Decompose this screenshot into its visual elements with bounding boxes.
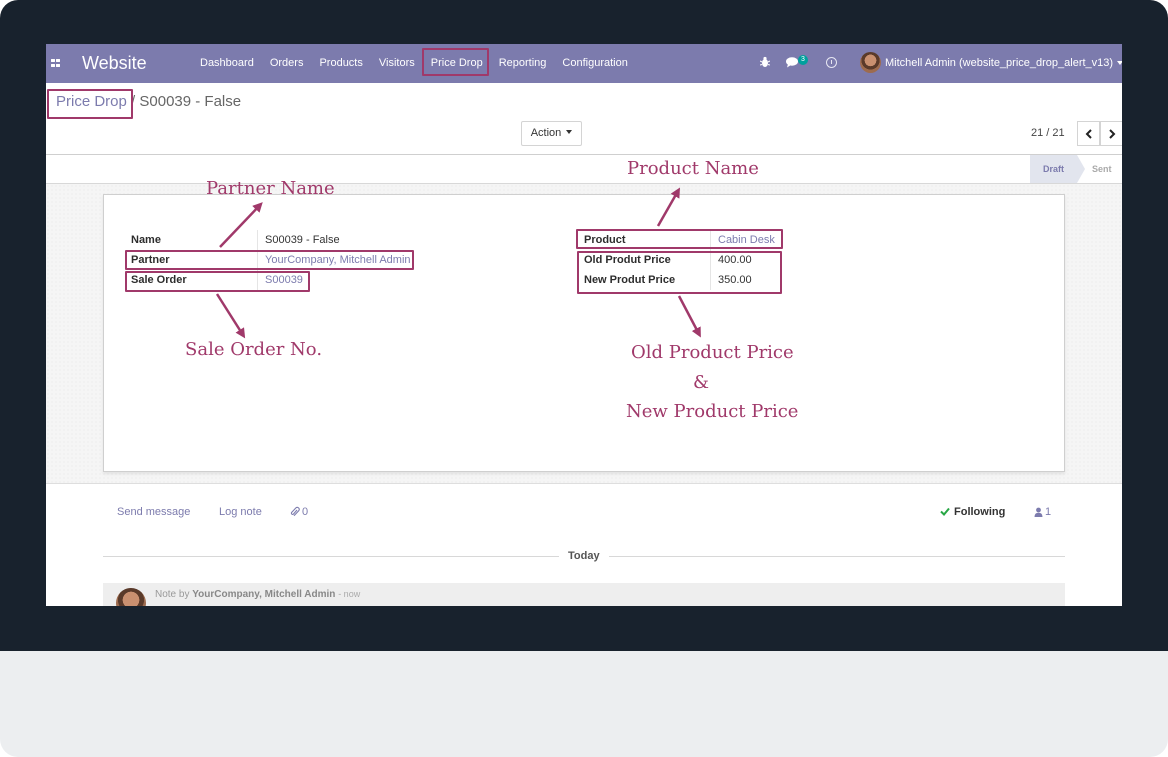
today-label: Today bbox=[568, 550, 600, 562]
arrow-sale-order bbox=[215, 293, 246, 339]
arrow-product bbox=[656, 187, 680, 227]
message-header: Note by YourCompany, Mitchell Admin - no… bbox=[155, 589, 360, 600]
followers-count[interactable]: 1 bbox=[1045, 506, 1051, 518]
log-note-button[interactable]: Log note bbox=[219, 506, 262, 518]
note-time: - now bbox=[338, 589, 361, 599]
paperclip-icon[interactable] bbox=[290, 506, 300, 518]
app-screen: Website Dashboard Orders Products Visito… bbox=[46, 44, 1122, 606]
today-divider-left bbox=[103, 556, 559, 557]
annotation-new-price: New Product Price bbox=[626, 401, 799, 422]
attachments-count[interactable]: 0 bbox=[302, 506, 308, 518]
monitor-stand bbox=[0, 651, 1168, 757]
arrow-partner bbox=[219, 202, 263, 248]
annotation-arrows bbox=[215, 187, 701, 339]
monitor-frame: Website Dashboard Orders Products Visito… bbox=[0, 0, 1168, 757]
note-prefix: Note by bbox=[155, 589, 190, 600]
annotation-product-name: Product Name bbox=[627, 158, 759, 179]
annotation-sale-order-no: Sale Order No. bbox=[185, 339, 323, 360]
annotation-partner-name: Partner Name bbox=[206, 178, 335, 199]
arrow-prices bbox=[677, 295, 701, 338]
send-message-button[interactable]: Send message bbox=[117, 506, 190, 518]
annotation-ampersand: & bbox=[693, 372, 710, 393]
annotation-old-price: Old Product Price bbox=[631, 342, 794, 363]
today-divider-right bbox=[609, 556, 1065, 557]
note-author[interactable]: YourCompany, Mitchell Admin bbox=[192, 589, 335, 600]
user-icon[interactable] bbox=[1034, 507, 1043, 517]
following-button[interactable]: Following bbox=[940, 506, 1005, 518]
